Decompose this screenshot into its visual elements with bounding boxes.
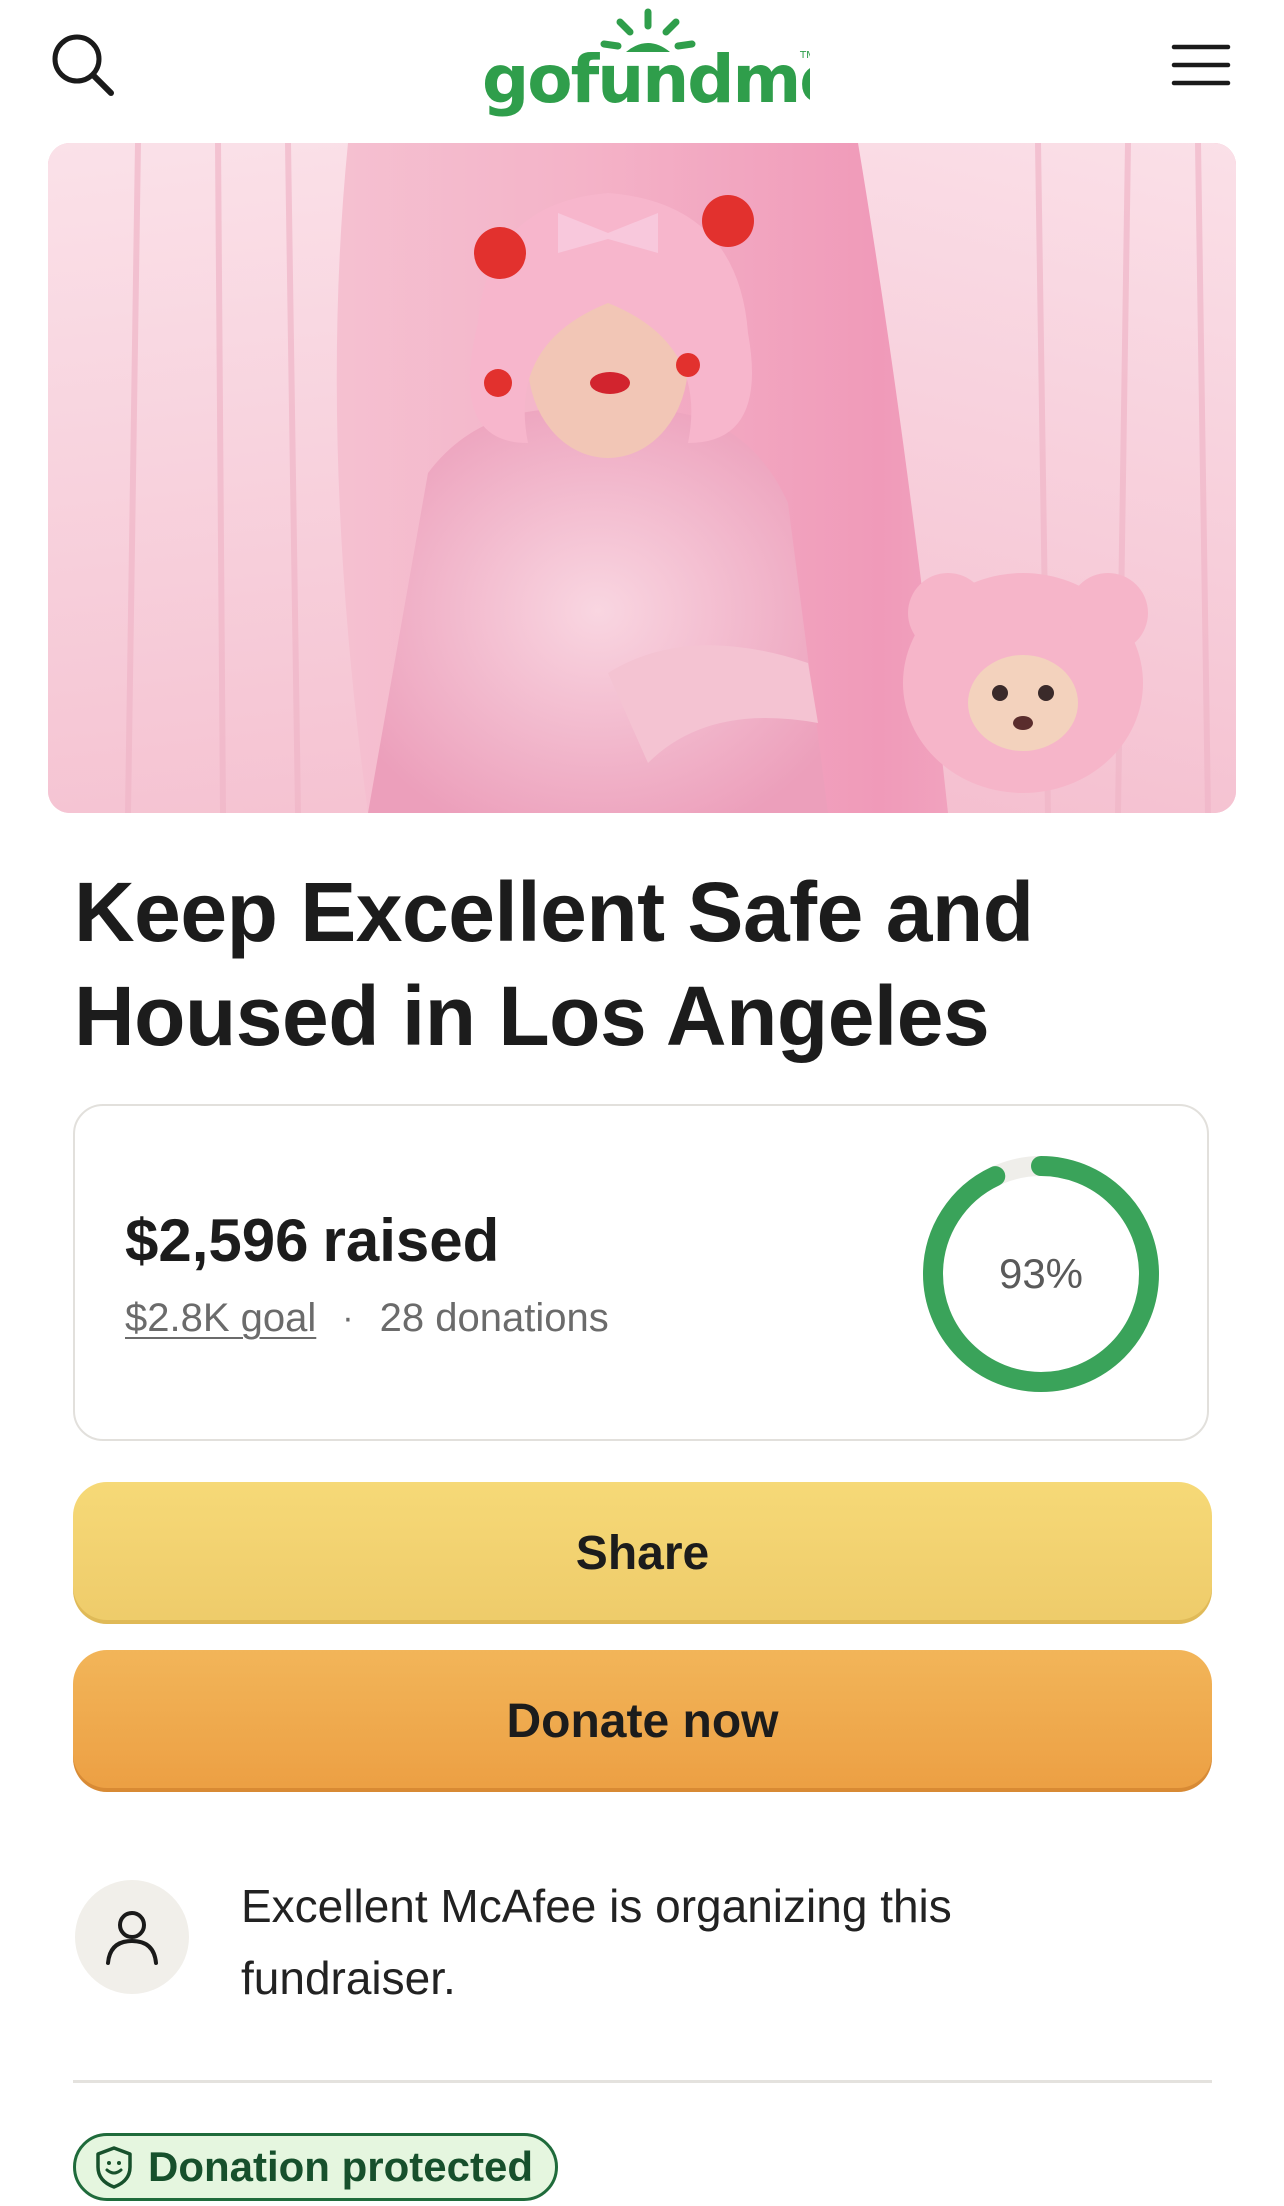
organizer-description: Excellent McAfee is organizing this fund… [241,1880,952,2004]
progress-meta: $2.8K goal · 28 donations [125,1296,609,1341]
donation-protected-badge[interactable]: Donation protected [73,2133,558,2201]
raised-amount: $2,596 [125,1207,309,1274]
hamburger-menu-icon [1171,44,1231,86]
hero-photo[interactable] [48,143,1236,813]
svg-text:TM: TM [799,50,810,61]
logo-wordmark: gofundme [482,41,810,118]
shield-icon [96,2146,132,2189]
search-button[interactable] [40,22,126,108]
search-icon [52,34,114,96]
progress-percent: 93% [998,1250,1084,1297]
section-divider [73,2080,1212,2083]
goal-link[interactable]: $2.8K goal [125,1296,316,1341]
share-button[interactable]: Share [73,1482,1212,1624]
donate-now-button[interactable]: Donate now [73,1650,1212,1792]
amount-raised: $2,596 raised [125,1206,499,1275]
top-nav-bar: gofundme TM [0,0,1284,140]
campaign-title: Keep Excellent Safe and Housed in Los An… [74,865,1034,1063]
organizer-avatar[interactable] [75,1880,189,1994]
user-icon [106,1911,158,1965]
menu-button[interactable] [1158,22,1244,108]
progress-card: $2,596 raised $2.8K goal · 28 donations 9… [73,1104,1209,1441]
raised-label: raised [322,1207,500,1274]
meta-separator: · [342,1299,354,1337]
donation-protected-label: Donation protected [148,2143,533,2190]
gofundme-logo[interactable]: gofundme TM [480,2,844,120]
donations-count: 28 donations [379,1296,609,1340]
